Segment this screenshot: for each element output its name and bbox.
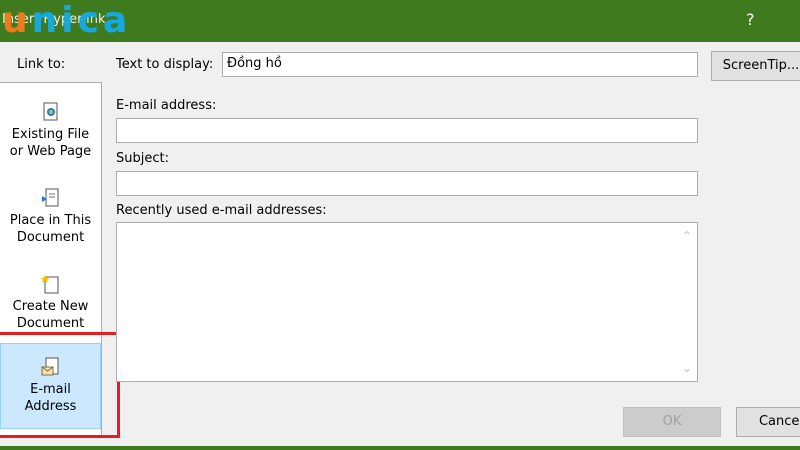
document-place-icon [41, 188, 58, 207]
recent-addresses-list[interactable]: ⌃ ⌄ [116, 222, 698, 382]
email-address-label: E-mail address: [116, 98, 217, 113]
unica-logo: unica [2, 0, 132, 41]
ok-button[interactable]: OK [623, 407, 721, 437]
nav-place-in-document[interactable]: Place in This Document [0, 175, 101, 261]
help-button[interactable]: ? [746, 10, 755, 29]
subject-label: Subject: [116, 151, 169, 166]
subject-input[interactable] [116, 171, 698, 196]
link-to-label: Link to: [17, 57, 66, 72]
nav-existing-file[interactable]: Existing File or Web Page [0, 89, 101, 175]
bottom-border [0, 446, 800, 450]
recent-addresses-label: Recently used e-mail addresses: [116, 203, 327, 218]
text-display-label: Text to display: [116, 57, 214, 72]
nav-item-line2: Document [16, 230, 85, 245]
chevron-down-icon[interactable]: ⌄ [682, 361, 692, 375]
chevron-up-icon[interactable]: ⌃ [682, 229, 692, 243]
nav-item-line1: Create New [12, 299, 89, 314]
nav-item-line2: or Web Page [9, 144, 92, 159]
email-address-input[interactable] [116, 118, 698, 143]
email-highlight-box [0, 332, 120, 438]
list-scrollbar[interactable]: ⌃ ⌄ [677, 223, 697, 381]
cancel-button[interactable]: Cancel [736, 407, 800, 437]
screentip-button[interactable]: ScreenTip... [711, 51, 800, 81]
text-display-input[interactable]: Đồng hồ [222, 52, 698, 77]
new-document-icon [40, 275, 58, 294]
file-web-icon [43, 102, 57, 121]
nav-item-line1: Place in This [9, 213, 92, 228]
nav-item-line1: Existing File [11, 127, 90, 142]
title-bar: Insert Hyperlink unica ? [0, 0, 800, 42]
nav-item-line2: Document [16, 316, 85, 331]
